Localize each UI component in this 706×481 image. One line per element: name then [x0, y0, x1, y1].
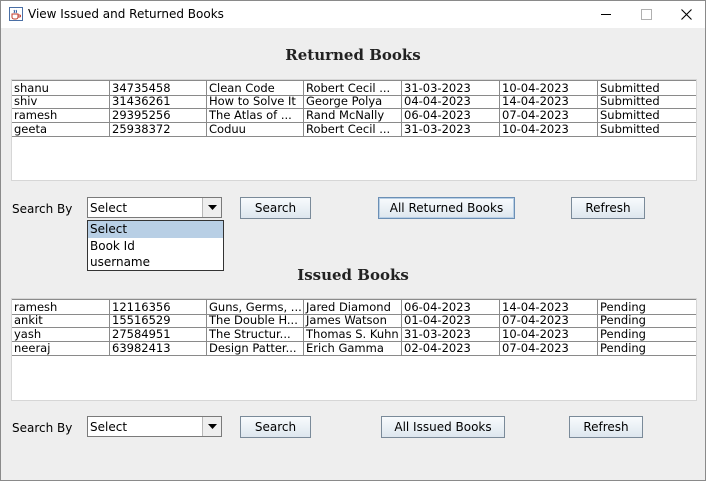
cell-book-id: 29395256: [109, 108, 206, 122]
returned-search-button[interactable]: Search: [240, 197, 311, 219]
cell-return-date: 10-04-2023: [499, 122, 597, 136]
cell-author: Robert Cecil ...: [303, 122, 401, 136]
cell-status: Pending: [597, 327, 696, 341]
returned-search-by-label: Search By: [12, 202, 73, 216]
table-row[interactable]: shiv 31436261 How to Solve It George Polya 0…: [12, 94, 696, 109]
java-coffee-cup-icon: [9, 7, 23, 21]
returned-books-heading: Returned Books: [285, 46, 421, 64]
table-row[interactable]: geeta 25938372 Coduu Robert Cecil ... 31-03-…: [12, 122, 696, 137]
cell-author: Thomas S. Kuhn: [303, 327, 401, 341]
minimize-icon: [601, 14, 611, 15]
cell-username: shanu: [14, 81, 49, 95]
cell-status: Pending: [597, 341, 696, 355]
title-bar: View Issued and Returned Books: [1, 1, 705, 28]
table-row[interactable]: ramesh 29395256 The Atlas of ... Rand McNal…: [12, 108, 696, 123]
cell-username: shiv: [14, 94, 38, 108]
minimize-button[interactable]: [586, 1, 626, 28]
cell-book-title: How to Solve It: [206, 94, 303, 108]
cell-book-title: The Structur...: [206, 327, 303, 341]
table-row[interactable]: ankit 15516529 The Double H... James Watson…: [12, 313, 696, 328]
cell-author: James Watson: [303, 313, 401, 327]
issued-search-button[interactable]: Search: [240, 416, 311, 438]
cell-username: neeraj: [14, 341, 51, 355]
close-button[interactable]: [666, 1, 706, 28]
cell-book-title: Coduu: [206, 122, 303, 136]
cell-return-date: 07-04-2023: [499, 341, 597, 355]
dropdown-option[interactable]: username: [88, 254, 223, 271]
cell-status: Submitted: [597, 108, 696, 122]
issued-refresh-button[interactable]: Refresh: [569, 416, 643, 438]
cell-book-id: 15516529: [109, 313, 206, 327]
triangle-down-icon[interactable]: [202, 417, 221, 436]
cell-status: Submitted: [597, 81, 696, 95]
cell-book-title: Clean Code: [206, 81, 303, 95]
cell-return-date: 10-04-2023: [499, 81, 597, 95]
triangle-down-icon[interactable]: [202, 198, 221, 217]
returned-search-dropdown-list[interactable]: Select Book Id username: [87, 220, 224, 271]
app-window: View Issued and Returned Books Returned …: [0, 0, 706, 481]
cell-book-id: 12116356: [109, 300, 206, 314]
cell-book-id: 34735458: [109, 81, 206, 95]
maximize-icon: [640, 9, 652, 20]
cell-issue-date: 31-03-2023: [401, 327, 499, 341]
cell-author: Rand McNally: [303, 108, 401, 122]
cell-book-title: Guns, Germs, ...: [206, 300, 303, 314]
dropdown-option[interactable]: Book Id: [88, 238, 223, 255]
cell-book-id: 25938372: [109, 122, 206, 136]
returned-refresh-button[interactable]: Refresh: [571, 197, 645, 219]
cell-issue-date: 02-04-2023: [401, 341, 499, 355]
cell-return-date: 07-04-2023: [499, 108, 597, 122]
cell-status: Submitted: [597, 122, 696, 136]
cell-status: Pending: [597, 300, 696, 314]
close-icon: [680, 9, 692, 20]
returned-search-combo[interactable]: Select: [87, 197, 222, 218]
cell-author: Jared Diamond: [303, 300, 401, 314]
issued-search-by-label: Search By: [12, 421, 73, 435]
cell-username: ramesh: [14, 300, 58, 314]
cell-return-date: 14-04-2023: [499, 300, 597, 314]
all-issued-books-button[interactable]: All Issued Books: [381, 416, 505, 438]
cell-issue-date: 31-03-2023: [401, 81, 499, 95]
cell-issue-date: 06-04-2023: [401, 300, 499, 314]
cell-username: ramesh: [14, 108, 58, 122]
cell-status: Pending: [597, 313, 696, 327]
cell-author: George Polya: [303, 94, 401, 108]
window-title: View Issued and Returned Books: [28, 7, 224, 21]
dropdown-option[interactable]: Select: [88, 221, 223, 238]
cell-return-date: 10-04-2023: [499, 327, 597, 341]
cell-book-title: Design Patter...: [206, 341, 303, 355]
cell-book-id: 27584951: [109, 327, 206, 341]
issued-combo-value: Select: [90, 420, 128, 434]
cell-username: ankit: [14, 313, 43, 327]
cell-author: Erich Gamma: [303, 341, 401, 355]
issued-books-table[interactable]: ramesh 12116356 Guns, Germs, ... Jared Diam…: [11, 298, 697, 401]
cell-issue-date: 06-04-2023: [401, 108, 499, 122]
cell-issue-date: 04-04-2023: [401, 94, 499, 108]
issued-search-combo[interactable]: Select: [87, 416, 222, 437]
cell-issue-date: 01-04-2023: [401, 313, 499, 327]
cell-book-id: 63982413: [109, 341, 206, 355]
table-row[interactable]: yash 27584951 The Structur... Thomas S. Kuh…: [12, 327, 696, 342]
cell-book-title: The Double H...: [206, 313, 303, 327]
table-row[interactable]: neeraj 63982413 Design Patter... Erich Gamm…: [12, 341, 696, 356]
cell-book-title: The Atlas of ...: [206, 108, 303, 122]
cell-author: Robert Cecil ...: [303, 81, 401, 95]
cell-return-date: 14-04-2023: [499, 94, 597, 108]
cell-book-id: 31436261: [109, 94, 206, 108]
returned-books-table[interactable]: shanu 34735458 Clean Code Robert Cecil ... 3…: [11, 79, 697, 181]
cell-status: Submitted: [597, 94, 696, 108]
all-returned-books-button[interactable]: All Returned Books: [378, 197, 515, 219]
cell-username: geeta: [14, 122, 48, 136]
cell-return-date: 07-04-2023: [499, 313, 597, 327]
returned-combo-value: Select: [90, 201, 128, 215]
maximize-button[interactable]: [626, 1, 666, 28]
cell-username: yash: [14, 327, 42, 341]
cell-issue-date: 31-03-2023: [401, 122, 499, 136]
